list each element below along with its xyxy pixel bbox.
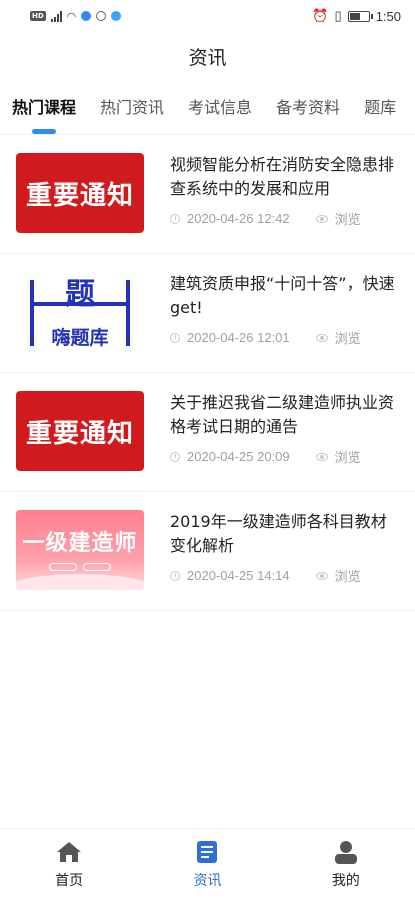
battery-icon [347,10,373,22]
clock-time: 1:50 [375,8,401,24]
tab-exam-info[interactable]: 考试信息 [176,88,264,134]
news-date: 2020-04-26 12:01 [187,330,290,345]
eye-icon [315,214,328,223]
news-title: 建筑资质申报“十问十答”，快速get! [170,274,395,317]
category-tabs: 热门课程 热门资讯 考试信息 备考资料 题库 [0,88,415,134]
page-title: 资讯 [188,47,227,69]
nav-home[interactable]: 首页 [0,829,138,900]
news-icon [197,840,218,863]
news-item[interactable]: 一级建造师 2019年一级建造师各科目教材变化解析 2020-04-25 14:… [0,492,415,611]
bottom-navigation: 首页 资讯 我的 [0,828,415,900]
alarm-icon: ⏰ [312,8,329,23]
news-date: 2020-04-25 14:14 [187,568,290,583]
tab-hot-news[interactable]: 热门资讯 [88,88,176,134]
logo-character: 题 [65,277,95,312]
clock-icon [170,451,180,462]
signal-icon [50,10,62,22]
nav-label: 首页 [55,872,84,889]
news-thumbnail: 一级建造师 [16,510,144,590]
news-meta: 2020-04-26 12:01 浏览 [170,328,361,347]
news-thumbnail: 题 嗨题库 [16,272,144,352]
thumbnail-text: 重要通知 [25,418,134,449]
news-views-label: 浏览 [334,213,361,228]
tab-label: 热门资讯 [100,98,165,117]
cloud-decoration [16,574,144,590]
home-icon [57,841,82,862]
nav-label: 我的 [331,872,360,889]
vibrate-icon: ▯ [334,8,342,23]
wifi-icon: ◠ [66,9,77,23]
app-notification-icon [111,11,122,21]
profile-icon [334,840,357,864]
news-thumbnail: 重要通知 [16,391,144,471]
news-views-label: 浏览 [334,570,361,585]
news-title: 关于推迟我省二级建造师执业资格考试日期的通告 [170,393,395,436]
status-bar: HD ◠ ⏰ ▯ 1:50 [0,0,415,32]
tab-hot-courses[interactable]: 热门课程 [0,88,88,134]
news-title: 视频智能分析在消防安全隐患排查系统中的发展和应用 [170,155,395,198]
clock-icon [170,332,180,343]
eye-icon [315,571,328,580]
clock-icon [170,570,180,581]
thumbnail-text: 一级建造师 [22,531,138,556]
eye-icon [315,452,328,461]
app-notification-icon [96,11,107,21]
news-thumbnail: 重要通知 [16,153,144,233]
tab-label: 题库 [364,98,397,117]
status-right: ⏰ ▯ 1:50 [312,8,401,24]
thumbnail-pills [49,563,111,571]
nav-news[interactable]: 资讯 [138,829,276,900]
tab-label: 热门课程 [12,98,77,117]
clock-icon [170,213,180,224]
news-views-label: 浏览 [334,332,361,347]
tab-label: 备考资料 [276,98,341,117]
nav-profile[interactable]: 我的 [277,829,415,900]
tab-label: 考试信息 [188,98,253,117]
app-notification-icon [81,11,92,21]
news-meta: 2020-04-25 20:09 浏览 [170,447,361,466]
news-views-label: 浏览 [334,451,361,466]
news-meta: 2020-04-25 14:14 浏览 [170,566,361,585]
status-left: HD ◠ [30,9,122,23]
news-date: 2020-04-26 12:42 [187,211,290,226]
news-title: 2019年一级建造师各科目教材变化解析 [170,512,387,555]
tab-question-bank[interactable]: 题库 [352,88,408,134]
eye-icon [315,333,328,342]
news-list: 重要通知 视频智能分析在消防安全隐患排查系统中的发展和应用 2020-04-26… [0,135,415,611]
hd-badge: HD [30,11,46,21]
thumbnail-text: 嗨题库 [51,327,109,349]
thumbnail-text: 重要通知 [25,180,134,211]
nav-label: 资讯 [193,872,222,889]
news-item[interactable]: 重要通知 关于推迟我省二级建造师执业资格考试日期的通告 2020-04-25 2… [0,373,415,492]
news-meta: 2020-04-26 12:42 浏览 [170,209,361,228]
news-item[interactable]: 题 嗨题库 建筑资质申报“十问十答”，快速get! 2020-04-26 12:… [0,254,415,373]
news-item[interactable]: 重要通知 视频智能分析在消防安全隐患排查系统中的发展和应用 2020-04-26… [0,135,415,254]
news-date: 2020-04-25 20:09 [187,449,290,464]
tab-study-materials[interactable]: 备考资料 [264,88,352,134]
